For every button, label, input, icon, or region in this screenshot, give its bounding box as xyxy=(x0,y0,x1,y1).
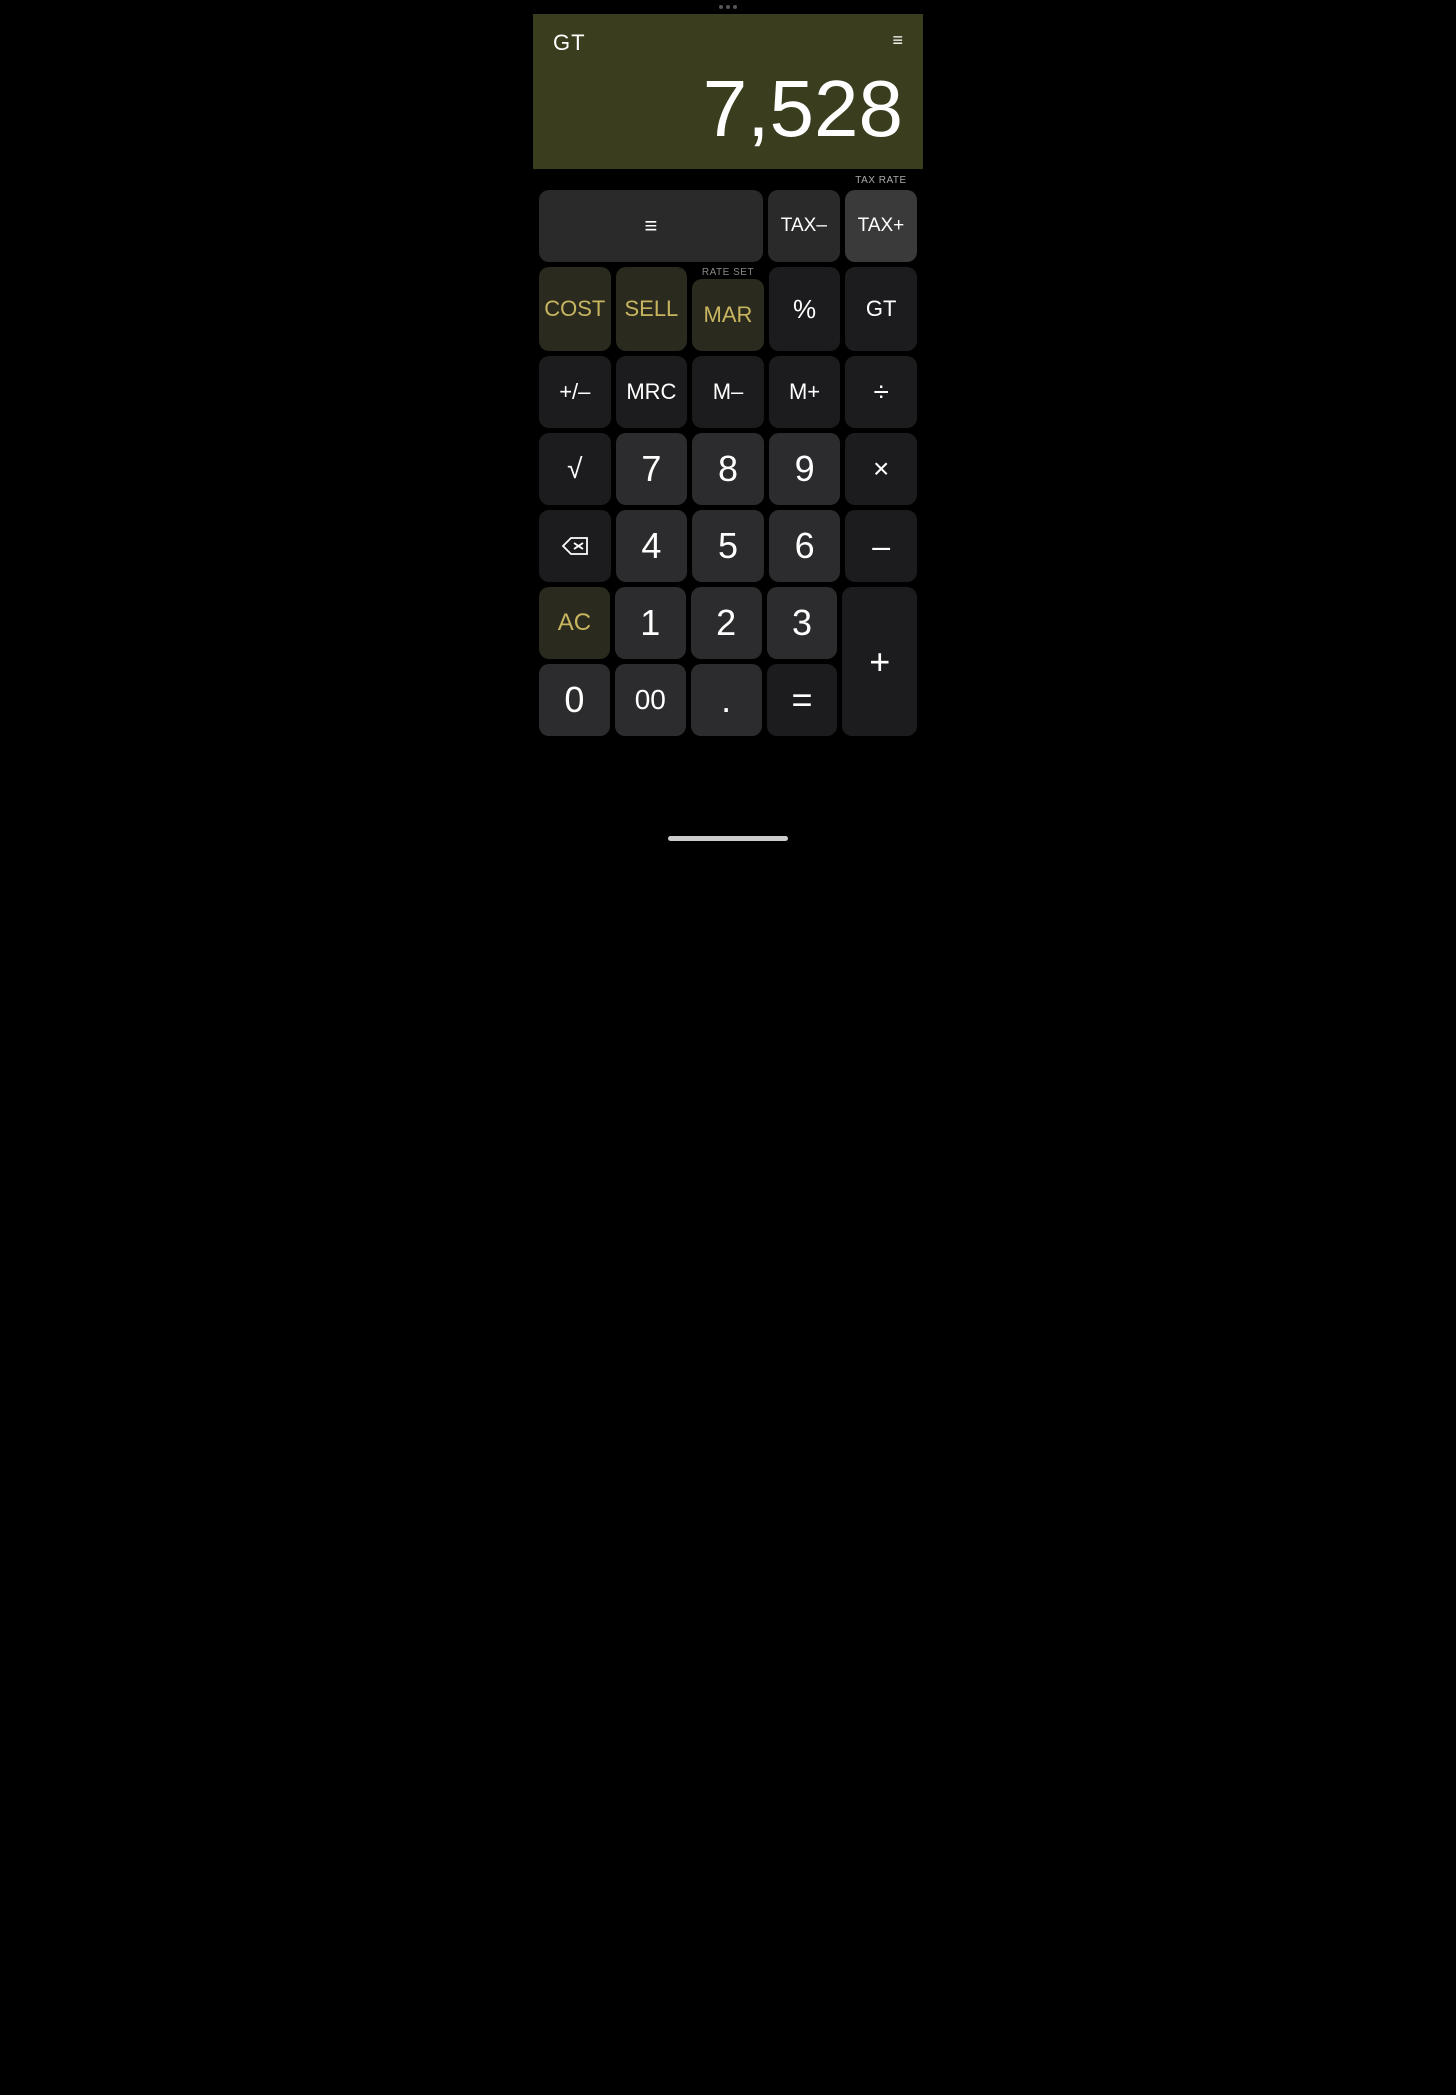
five-button[interactable]: 5 xyxy=(692,510,764,582)
multiply-button[interactable]: × xyxy=(845,433,917,505)
cost-sell-mar-row: COST SELL RATE SET MAR % GT xyxy=(539,267,917,351)
mar-button[interactable]: MAR xyxy=(692,279,764,351)
bottom-section: AC 1 2 3 0 00 . = + xyxy=(539,587,917,736)
two-button[interactable]: 2 xyxy=(691,587,762,659)
subtract-button[interactable]: – xyxy=(845,510,917,582)
backspace-button[interactable] xyxy=(539,510,611,582)
divide-button[interactable]: ÷ xyxy=(845,356,917,428)
display-value: 7,528 xyxy=(553,59,903,149)
bottom-left: AC 1 2 3 0 00 . = xyxy=(539,587,837,736)
row-123: AC 1 2 3 xyxy=(539,587,837,659)
memory-row: +/– MRC M– M+ ÷ xyxy=(539,356,917,428)
mrc-button[interactable]: MRC xyxy=(616,356,688,428)
tax-minus-button[interactable]: TAX– xyxy=(768,190,840,262)
double-zero-button[interactable]: 00 xyxy=(615,664,686,736)
row-789: √ 7 8 9 × xyxy=(539,433,917,505)
sqrt-button[interactable]: √ xyxy=(539,433,611,505)
status-dots xyxy=(719,5,737,9)
status-dot-1 xyxy=(719,5,723,9)
three-button[interactable]: 3 xyxy=(767,587,838,659)
menu-button[interactable]: ≡ xyxy=(539,190,763,262)
display-gt-label: GT xyxy=(553,30,586,56)
m-plus-button[interactable]: M+ xyxy=(769,356,841,428)
keypad: ≡ TAX RATE TAX– TAX+ COST SELL xyxy=(533,169,923,828)
tax-plus-button[interactable]: TAX+ xyxy=(845,190,917,262)
equals-button[interactable]: = xyxy=(767,664,838,736)
display-menu-icon: ≡ xyxy=(892,30,903,51)
plus-button[interactable]: + xyxy=(842,587,917,736)
eight-button[interactable]: 8 xyxy=(692,433,764,505)
row-0: 0 00 . = xyxy=(539,664,837,736)
row-456: 4 5 6 – xyxy=(539,510,917,582)
rate-set-label: RATE SET xyxy=(692,267,764,278)
gt-button[interactable]: GT xyxy=(845,267,917,351)
cost-button[interactable]: COST xyxy=(539,267,611,351)
tax-rate-label: TAX RATE xyxy=(845,175,917,188)
display-area: GT ≡ 7,528 xyxy=(533,14,923,169)
nine-button[interactable]: 9 xyxy=(769,433,841,505)
display-header: GT ≡ xyxy=(553,30,903,56)
plus-minus-button[interactable]: +/– xyxy=(539,356,611,428)
tax-row: ≡ TAX RATE TAX– TAX+ xyxy=(539,175,917,262)
four-button[interactable]: 4 xyxy=(616,510,688,582)
seven-button[interactable]: 7 xyxy=(616,433,688,505)
zero-button[interactable]: 0 xyxy=(539,664,610,736)
home-indicator xyxy=(668,836,788,841)
status-dot-3 xyxy=(733,5,737,9)
percent-button[interactable]: % xyxy=(769,267,841,351)
m-minus-button[interactable]: M– xyxy=(692,356,764,428)
status-bar xyxy=(533,0,923,14)
sell-button[interactable]: SELL xyxy=(616,267,688,351)
ac-button[interactable]: AC xyxy=(539,587,610,659)
six-button[interactable]: 6 xyxy=(769,510,841,582)
dot-button[interactable]: . xyxy=(691,664,762,736)
status-dot-2 xyxy=(726,5,730,9)
one-button[interactable]: 1 xyxy=(615,587,686,659)
calculator: GT ≡ 7,528 ≡ TAX RATE TAX– TAX+ xyxy=(533,0,923,845)
bottom-right: + xyxy=(842,587,917,736)
